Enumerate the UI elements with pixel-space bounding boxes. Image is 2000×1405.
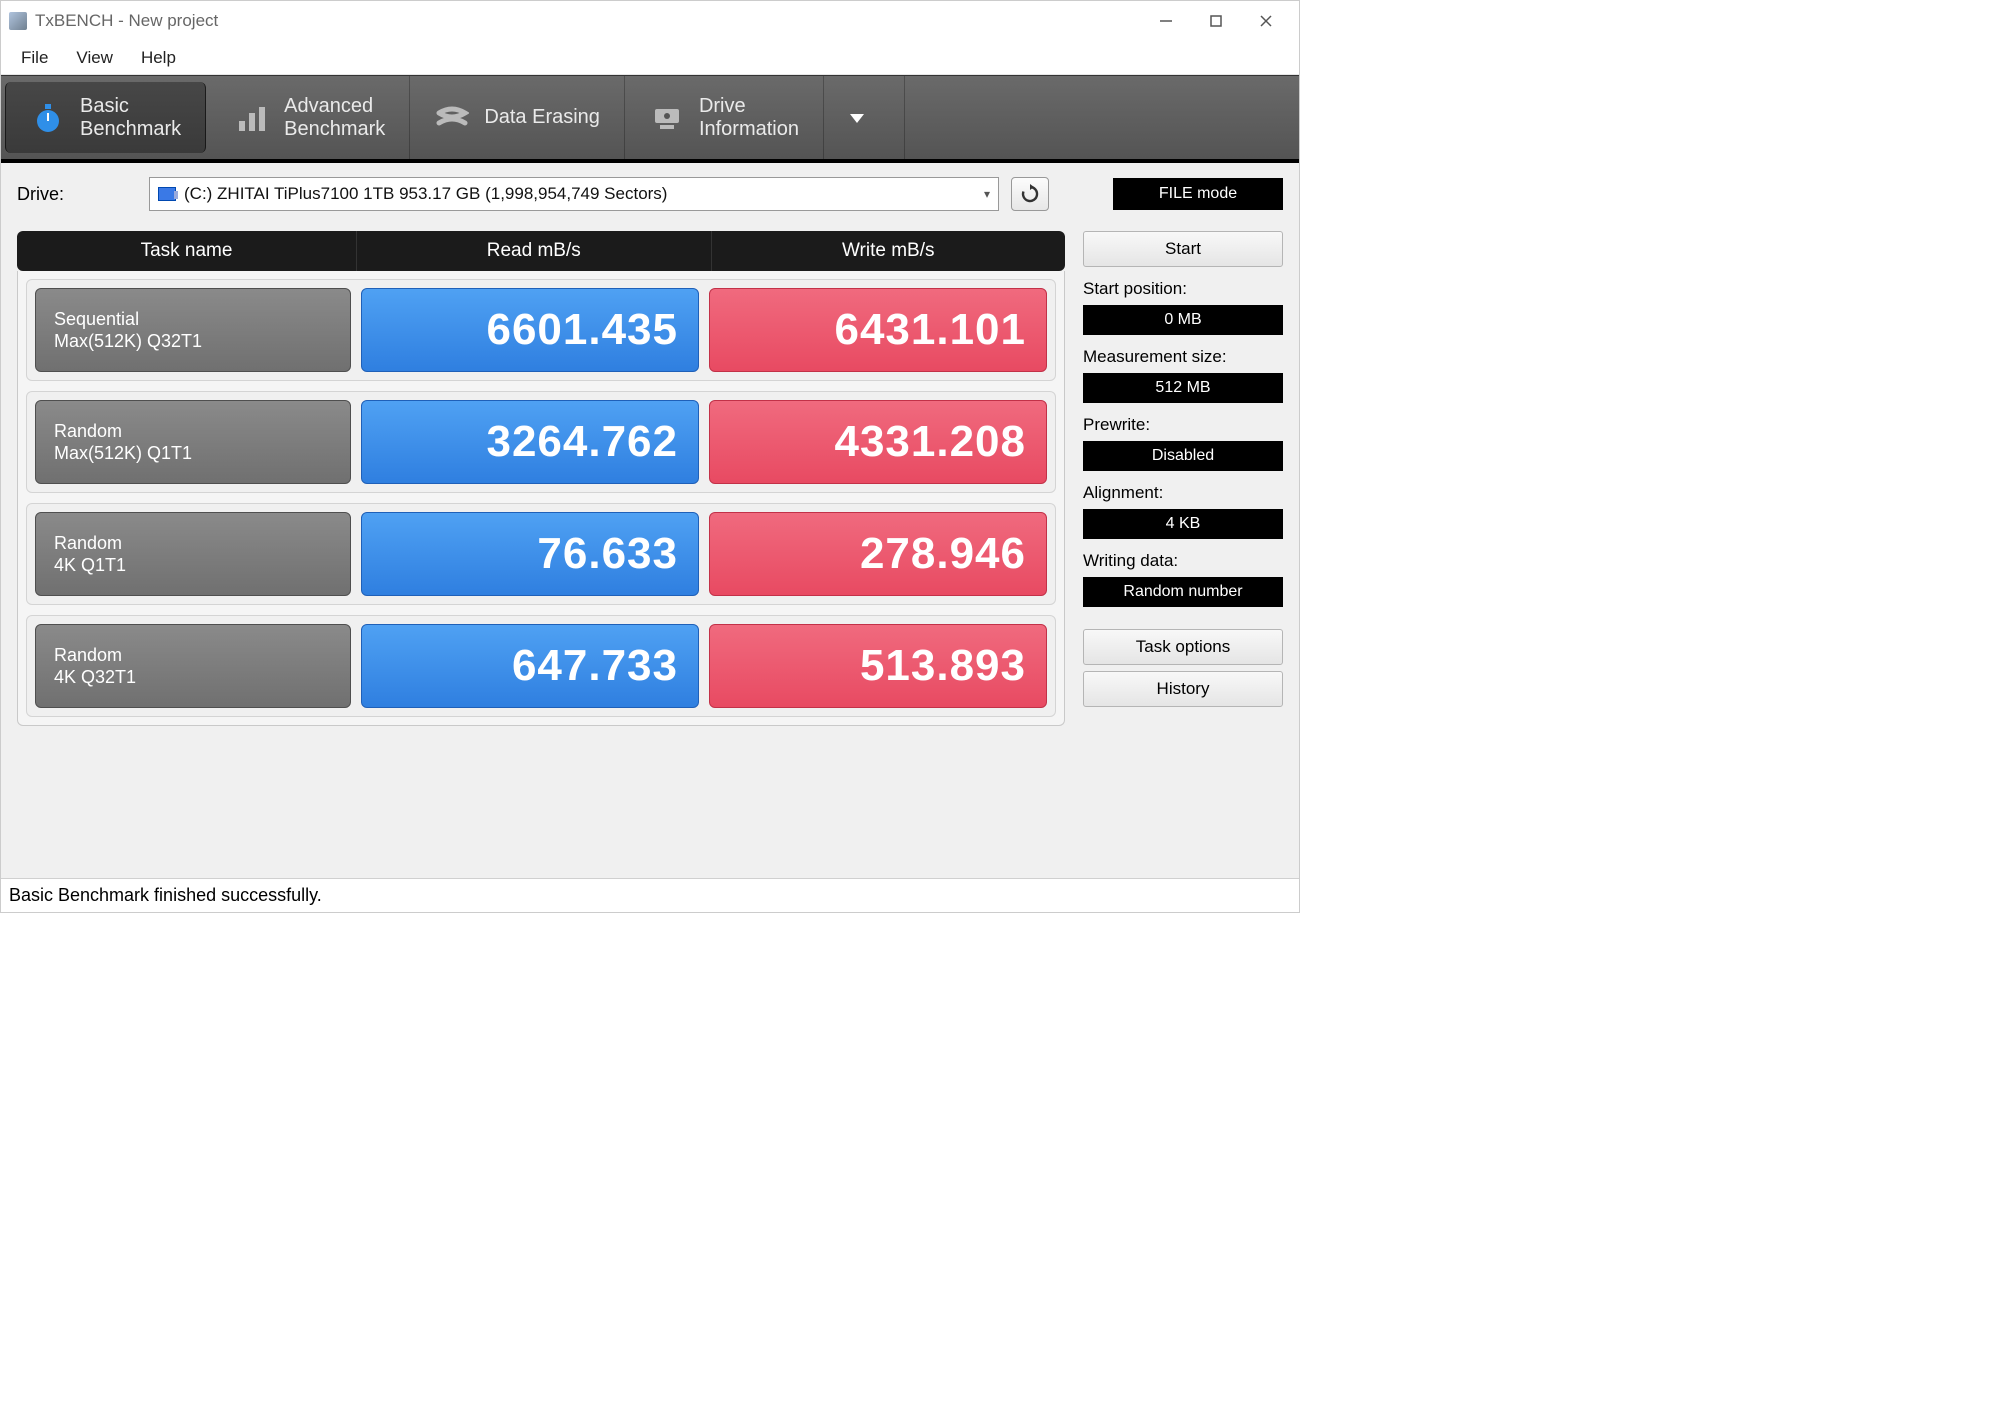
- start-button[interactable]: Start: [1083, 231, 1283, 267]
- task-name-line2: Max(512K) Q1T1: [54, 442, 332, 465]
- tab-basic-benchmark[interactable]: Basic Benchmark: [5, 82, 206, 153]
- menu-help[interactable]: Help: [127, 44, 190, 72]
- measurement-size-value[interactable]: 512 MB: [1083, 373, 1283, 403]
- writing-data-value[interactable]: Random number: [1083, 577, 1283, 607]
- table-row: Random 4K Q32T1 647.733 513.893: [26, 615, 1056, 717]
- read-value: 6601.435: [361, 288, 699, 372]
- table-row: Sequential Max(512K) Q32T1 6601.435 6431…: [26, 279, 1056, 381]
- results-header: Task name Read mB/s Write mB/s: [17, 231, 1065, 271]
- tab-drive-information[interactable]: Drive Information: [625, 76, 824, 159]
- refresh-button[interactable]: [1011, 177, 1049, 211]
- alignment-value[interactable]: 4 KB: [1083, 509, 1283, 539]
- table-row: Random 4K Q1T1 76.633 278.946: [26, 503, 1056, 605]
- task-cell[interactable]: Random 4K Q1T1: [35, 512, 351, 596]
- read-value: 647.733: [361, 624, 699, 708]
- header-write: Write mB/s: [712, 231, 1066, 271]
- task-name-line1: Random: [54, 644, 332, 667]
- results-body: Sequential Max(512K) Q32T1 6601.435 6431…: [17, 271, 1065, 726]
- results-grid: Task name Read mB/s Write mB/s Sequentia…: [17, 231, 1065, 872]
- header-read: Read mB/s: [357, 231, 712, 271]
- task-name-line2: 4K Q32T1: [54, 666, 332, 689]
- read-value: 76.633: [361, 512, 699, 596]
- file-mode-button[interactable]: FILE mode: [1113, 178, 1283, 210]
- task-name-line2: 4K Q1T1: [54, 554, 332, 577]
- tab-data-erasing[interactable]: Data Erasing: [410, 76, 625, 159]
- drive-icon: [158, 187, 176, 201]
- maximize-button[interactable]: [1191, 1, 1241, 41]
- read-value: 3264.762: [361, 400, 699, 484]
- stopwatch-icon: [30, 100, 66, 136]
- task-name-line1: Random: [54, 420, 332, 443]
- tab-advanced-benchmark-label: Advanced Benchmark: [284, 95, 385, 141]
- task-cell[interactable]: Random Max(512K) Q1T1: [35, 400, 351, 484]
- drive-row: Drive: (C:) ZHITAI TiPlus7100 1TB 953.17…: [17, 177, 1283, 211]
- task-name-line2: Max(512K) Q32T1: [54, 330, 332, 353]
- start-position-label: Start position:: [1083, 279, 1283, 299]
- drive-info-icon: [649, 100, 685, 136]
- tab-drive-information-label: Drive Information: [699, 95, 799, 141]
- drive-label: Drive:: [17, 184, 137, 205]
- writing-data-label: Writing data:: [1083, 551, 1283, 571]
- window-title: TxBENCH - New project: [35, 11, 218, 31]
- write-value: 278.946: [709, 512, 1047, 596]
- prewrite-label: Prewrite:: [1083, 415, 1283, 435]
- titlebar: TxBENCH - New project: [1, 1, 1299, 41]
- chevron-down-icon: [848, 109, 866, 127]
- menu-file[interactable]: File: [7, 44, 62, 72]
- minimize-button[interactable]: [1141, 1, 1191, 41]
- write-value: 513.893: [709, 624, 1047, 708]
- write-value: 6431.101: [709, 288, 1047, 372]
- history-button[interactable]: History: [1083, 671, 1283, 707]
- sidebar: Start Start position: 0 MB Measurement s…: [1083, 231, 1283, 872]
- content-area: Drive: (C:) ZHITAI TiPlus7100 1TB 953.17…: [1, 163, 1299, 878]
- drive-select[interactable]: (C:) ZHITAI TiPlus7100 1TB 953.17 GB (1,…: [149, 177, 999, 211]
- task-cell[interactable]: Sequential Max(512K) Q32T1: [35, 288, 351, 372]
- prewrite-value[interactable]: Disabled: [1083, 441, 1283, 471]
- alignment-label: Alignment:: [1083, 483, 1283, 503]
- tab-data-erasing-label: Data Erasing: [484, 106, 600, 129]
- erase-icon: [434, 100, 470, 136]
- measurement-size-label: Measurement size:: [1083, 347, 1283, 367]
- task-name-line1: Random: [54, 532, 332, 555]
- status-bar: Basic Benchmark finished successfully.: [1, 878, 1299, 912]
- refresh-icon: [1020, 184, 1040, 204]
- task-options-button[interactable]: Task options: [1083, 629, 1283, 665]
- task-name-line1: Sequential: [54, 308, 332, 331]
- menu-view[interactable]: View: [62, 44, 127, 72]
- header-task: Task name: [17, 231, 357, 271]
- task-cell[interactable]: Random 4K Q32T1: [35, 624, 351, 708]
- status-text: Basic Benchmark finished successfully.: [9, 885, 322, 906]
- write-value: 4331.208: [709, 400, 1047, 484]
- tab-advanced-benchmark[interactable]: Advanced Benchmark: [210, 76, 410, 159]
- main-row: Task name Read mB/s Write mB/s Sequentia…: [17, 231, 1283, 872]
- bar-chart-icon: [234, 100, 270, 136]
- chevron-down-icon: ▾: [984, 187, 990, 201]
- menubar: File View Help: [1, 41, 1299, 75]
- tabstrip: Basic Benchmark Advanced Benchmark Data …: [1, 75, 1299, 163]
- start-position-value[interactable]: 0 MB: [1083, 305, 1283, 335]
- app-icon: [9, 12, 27, 30]
- tab-basic-benchmark-label: Basic Benchmark: [80, 95, 181, 141]
- close-button[interactable]: [1241, 1, 1291, 41]
- drive-selected-text: (C:) ZHITAI TiPlus7100 1TB 953.17 GB (1,…: [184, 184, 667, 204]
- tab-overflow-button[interactable]: [824, 76, 905, 159]
- table-row: Random Max(512K) Q1T1 3264.762 4331.208: [26, 391, 1056, 493]
